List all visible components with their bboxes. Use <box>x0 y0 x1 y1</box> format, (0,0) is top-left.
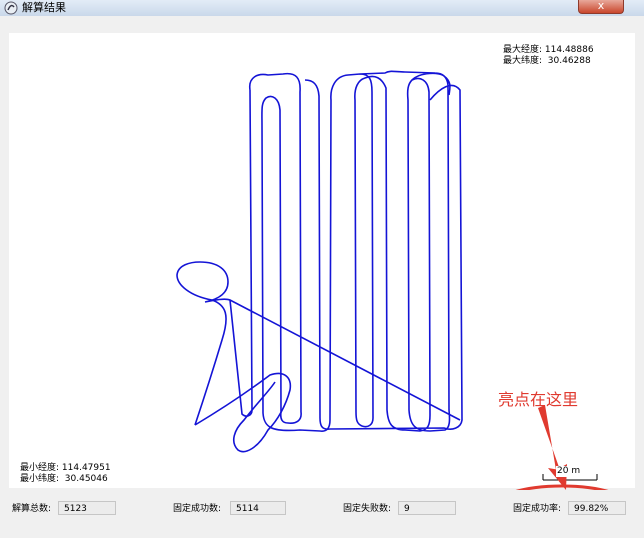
scale-bar-label: 20 m <box>556 466 582 477</box>
fixed-success-label: 固定成功数: <box>173 504 222 514</box>
fixed-rate-field[interactable]: 99.82% <box>568 501 626 515</box>
fixed-rate-label: 固定成功率: <box>513 504 562 514</box>
annotation-text: 亮点在这里 <box>498 390 579 409</box>
pointer-arrow <box>538 405 567 490</box>
fixed-fail-field[interactable]: 9 <box>398 501 456 515</box>
gnss-track <box>229 70 463 432</box>
fixed-success-field[interactable]: 5114 <box>230 501 286 515</box>
total-label: 解算总数: <box>12 504 52 514</box>
stats-bar: 解算总数: 5123 固定成功数: 5114 固定失败数: 9 固定成功率: 9… <box>0 490 644 538</box>
total-field[interactable]: 5123 <box>58 501 116 515</box>
track-overlay <box>176 70 634 532</box>
fixed-fail-label: 固定失败数: <box>343 504 392 514</box>
transit-track <box>176 261 461 453</box>
result-window: 解算结果 x 最大经度: 114.48886 最大纬度: 30.46288 最小… <box>0 0 644 538</box>
